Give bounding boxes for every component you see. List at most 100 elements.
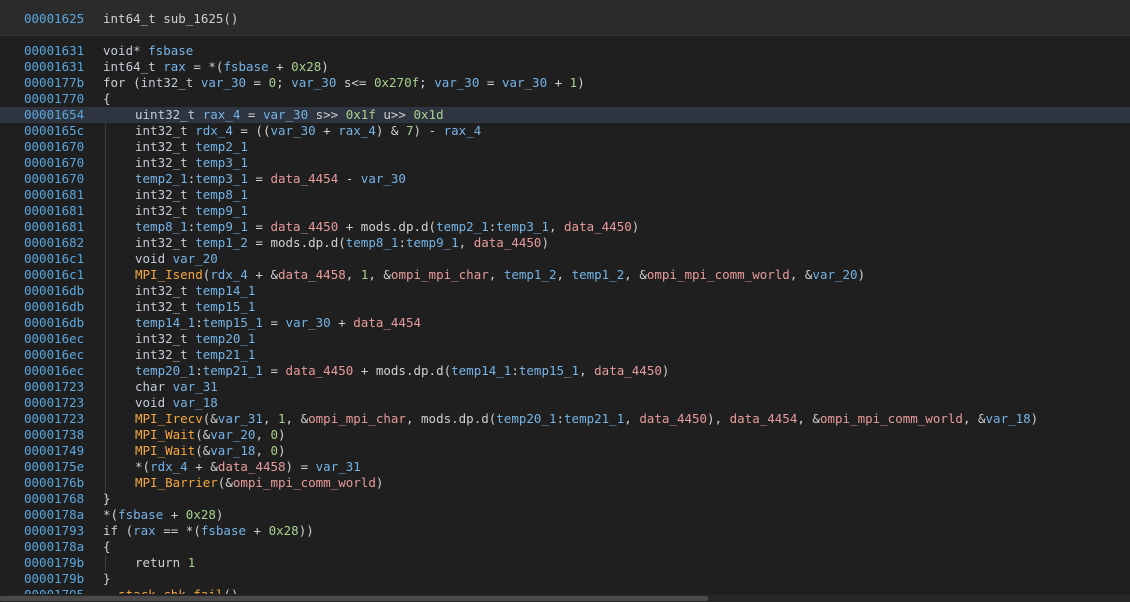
code-line[interactable]: 00001723 MPI_Irecv(&var_31, 1, &ompi_mpi_… [0,411,1130,427]
token-var[interactable]: var_31 [173,379,218,394]
line-address[interactable]: 000016db [24,283,84,299]
code-line[interactable]: 00001723 char var_31 [0,379,1130,395]
code-line[interactable]: 00001749 MPI_Wait(&var_18, 0) [0,443,1130,459]
token-var[interactable]: temp15_1 [195,299,255,314]
token-var[interactable]: temp1_2 [572,267,625,282]
token-type[interactable]: int32_t [135,203,195,218]
token-num[interactable]: 0x1f [346,107,376,122]
line-code[interactable]: int32_t temp21_1 [135,347,255,363]
token-func[interactable]: MPI_Wait [135,443,195,458]
line-address[interactable]: 00001723 [24,395,84,411]
token-var[interactable]: temp21_1 [564,411,624,426]
line-address[interactable]: 0000177b [24,75,84,91]
line-address[interactable]: 00001768 [24,491,84,507]
token-data[interactable]: ompi_mpi_char [391,267,489,282]
token-data[interactable]: data_4450 [564,219,632,234]
line-address[interactable]: 000016ec [24,363,84,379]
line-address[interactable]: 00001793 [24,523,84,539]
code-line[interactable]: 0000165c int32_t rdx_4 = ((var_30 + rax_4… [0,123,1130,139]
token-data[interactable]: ompi_mpi_comm_world [233,475,376,490]
code-line[interactable]: 000016db temp14_1:temp15_1 = var_30 + dat… [0,315,1130,331]
code-line[interactable]: 000016c1 MPI_Isend(rdx_4 + &data_4458, 1,… [0,267,1130,283]
code-line[interactable]: 000016ec int32_t temp21_1 [0,347,1130,363]
token-type[interactable]: uint32_t [135,107,203,122]
code-line[interactable]: 00001631 int64_t rax = *(fsbase + 0x28) [0,59,1130,75]
code-line[interactable]: 00001670 int32_t temp3_1 [0,155,1130,171]
token-num[interactable]: 0 [271,443,279,458]
line-code[interactable]: int32_t temp1_2 = mods.dp.d(temp8_1:temp… [135,235,549,251]
token-var[interactable]: fsbase [118,507,163,522]
code-line[interactable]: 0000176b MPI_Barrier(&ompi_mpi_comm_world… [0,475,1130,491]
token-data[interactable]: data_4450 [474,235,542,250]
token-var[interactable]: fsbase [201,523,246,538]
line-address[interactable]: 000016c1 [24,267,84,283]
line-address[interactable]: 00001682 [24,235,84,251]
line-code[interactable]: if (rax == *(fsbase + 0x28)) [103,523,314,539]
code-line[interactable]: 00001795 __stack_chk_fail() [0,587,1130,594]
token-var[interactable]: var_20 [812,267,857,282]
token-var[interactable]: var_30 [286,315,331,330]
code-line[interactable]: 0000179b} [0,571,1130,587]
token-var[interactable]: var_18 [210,443,255,458]
line-address[interactable]: 00001770 [24,91,84,107]
token-type[interactable]: int32_t [135,331,195,346]
line-address[interactable]: 0000179b [24,571,84,587]
line-address[interactable]: 0000176b [24,475,84,491]
token-data[interactable]: data_4450 [594,363,662,378]
token-func[interactable]: MPI_Wait [135,427,195,442]
token-var[interactable]: temp2_1 [195,139,248,154]
line-code[interactable]: temp8_1:temp9_1 = data_4450 + mods.dp.d(… [135,219,639,235]
token-num[interactable]: 0 [271,427,279,442]
token-func[interactable]: MPI_Barrier [135,475,218,490]
line-address[interactable]: 00001670 [24,155,84,171]
code-line[interactable]: 00001654 uint32_t rax_4 = var_30 s>> 0x1f… [0,107,1130,123]
line-code[interactable]: MPI_Wait(&var_20, 0) [135,427,286,443]
code-line[interactable]: 00001738 MPI_Wait(&var_20, 0) [0,427,1130,443]
code-line[interactable]: 000016db int32_t temp14_1 [0,283,1130,299]
code-line[interactable]: 00001670 temp2_1:temp3_1 = data_4454 - va… [0,171,1130,187]
token-var[interactable]: temp14_1 [451,363,511,378]
line-code[interactable]: int64_t rax = *(fsbase + 0x28) [103,59,329,75]
line-address[interactable]: 00001681 [24,219,84,235]
token-data[interactable]: ompi_mpi_comm_world [820,411,963,426]
line-code[interactable]: void var_20 [135,251,218,267]
token-var[interactable]: temp3_1 [195,171,248,186]
token-var[interactable]: temp9_1 [195,203,248,218]
line-code[interactable]: for (int32_t var_30 = 0; var_30 s<= 0x27… [103,75,585,91]
token-type[interactable]: int32_t [135,347,195,362]
token-func[interactable]: MPI_Irecv [135,411,203,426]
token-var[interactable]: rax_4 [203,107,241,122]
line-code[interactable]: char var_31 [135,379,218,395]
token-var[interactable]: temp15_1 [203,315,263,330]
token-type[interactable]: int32_t [135,187,195,202]
token-var[interactable]: temp8_1 [135,219,188,234]
line-address[interactable]: 0000179b [24,555,84,571]
token-type[interactable]: int32_t [141,75,201,90]
line-code[interactable]: { [103,91,111,107]
token-var[interactable]: temp3_1 [496,219,549,234]
token-var[interactable]: rax [163,59,186,74]
token-var[interactable]: var_30 [201,75,246,90]
token-data[interactable]: ompi_mpi_comm_world [647,267,790,282]
token-type[interactable]: void* [103,43,148,58]
token-var[interactable]: temp3_1 [195,155,248,170]
token-num[interactable]: 0x28 [186,507,216,522]
token-var[interactable]: var_20 [210,427,255,442]
line-code[interactable]: int32_t temp9_1 [135,203,248,219]
line-code[interactable]: int32_t temp20_1 [135,331,255,347]
line-code[interactable]: int32_t temp3_1 [135,155,248,171]
token-data[interactable]: data_4458 [278,267,346,282]
token-num[interactable]: 0x28 [291,59,321,74]
code-line[interactable]: 00001681 int32_t temp9_1 [0,203,1130,219]
line-address[interactable]: 00001681 [24,187,84,203]
line-code[interactable]: MPI_Isend(rdx_4 + &data_4458, 1, &ompi_m… [135,267,865,283]
token-var[interactable]: temp2_1 [135,171,188,186]
token-data[interactable]: data_4454 [730,411,798,426]
line-code[interactable]: int32_t temp14_1 [135,283,255,299]
code-line[interactable]: 00001770 { [0,91,1130,107]
line-address[interactable]: 00001738 [24,427,84,443]
line-code[interactable]: *(fsbase + 0x28) [103,507,223,523]
token-var[interactable]: temp15_1 [519,363,579,378]
token-func[interactable]: MPI_Isend [135,267,203,282]
token-var[interactable]: temp21_1 [203,363,263,378]
